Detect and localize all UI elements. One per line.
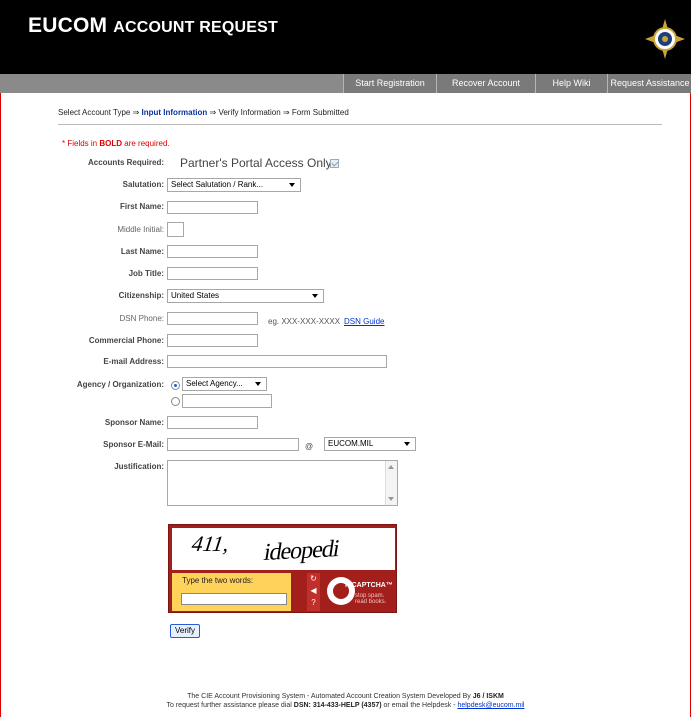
scroll-up-icon: [388, 465, 394, 469]
breadcrumb: Select Account Type ⇒ Input Information …: [58, 108, 349, 117]
salutation-select[interactable]: Select Salutation / Rank...: [167, 178, 301, 192]
sponsor-name-label: Sponsor Name:: [104, 418, 164, 427]
sponsor-email-label: Sponsor E-Mail:: [103, 440, 164, 449]
dsn-guide-link[interactable]: DSN Guide: [344, 317, 384, 326]
salutation-label: Salutation:: [122, 180, 164, 189]
agency-other-radio[interactable]: [171, 397, 180, 406]
nav-bar: Start Registration Recover Account Help …: [0, 74, 691, 93]
last-name-label: Last Name:: [120, 247, 164, 256]
nav-help-wiki[interactable]: Help Wiki: [535, 74, 607, 93]
first-name-input[interactable]: [167, 201, 258, 214]
footer-line-1: The CIE Account Provisioning System - Au…: [187, 693, 504, 700]
breadcrumb-arrow: ⇒: [132, 108, 140, 117]
sponsor-name-input[interactable]: [167, 416, 258, 429]
captcha-response-input[interactable]: [181, 593, 287, 605]
citizenship-label: Citizenship:: [118, 291, 164, 300]
verify-button[interactable]: Verify: [170, 624, 200, 638]
nav-start-registration[interactable]: Start Registration: [343, 74, 436, 93]
scroll-down-icon: [388, 497, 394, 501]
breadcrumb-step-2: Input Information: [141, 108, 208, 117]
email-input[interactable]: [167, 355, 387, 368]
accounts-required-label: Accounts Required:: [87, 158, 164, 167]
required-note: * Fields in BOLD are required.: [62, 139, 170, 148]
agency-select-radio[interactable]: [171, 381, 180, 390]
chevron-down-icon: [255, 382, 261, 386]
breadcrumb-step-4: Form Submitted: [291, 108, 349, 117]
eucom-seal-icon: [645, 19, 685, 59]
at-symbol: @: [305, 442, 314, 451]
justification-label: Justification:: [114, 462, 164, 471]
email-label: E-mail Address:: [103, 357, 164, 366]
audio-icon[interactable]: ◀: [307, 585, 320, 597]
breadcrumb-arrow: ⇒: [282, 108, 290, 117]
dsn-phone-input[interactable]: [167, 312, 258, 325]
agency-select[interactable]: Select Agency...: [182, 377, 267, 391]
middle-initial-input[interactable]: [167, 222, 184, 237]
captcha-image: 411, ideopedi: [172, 528, 395, 570]
nav-recover-account[interactable]: Recover Account: [436, 74, 535, 93]
captcha-word-1: 411,: [190, 531, 231, 556]
partner-portal-text: Partner's Portal Access Only:: [180, 156, 336, 170]
commercial-phone-label: Commercial Phone:: [88, 336, 164, 345]
sponsor-email-input[interactable]: [167, 438, 299, 451]
header-bar: EUCOM Account Request: [0, 0, 691, 74]
justification-scrollbar[interactable]: [385, 461, 397, 505]
captcha-controls: ↻ ◀ ?: [307, 573, 320, 611]
justification-textarea[interactable]: [167, 460, 398, 506]
sponsor-domain-select[interactable]: EUCOM.MIL: [324, 437, 416, 451]
divider: [58, 124, 662, 125]
nav-request-assistance[interactable]: Request Assistance: [607, 74, 691, 93]
chevron-down-icon: [312, 294, 318, 298]
helpdesk-email-link[interactable]: helpdesk@eucom.mil: [457, 702, 524, 709]
chevron-down-icon: [404, 442, 410, 446]
breadcrumb-arrow: ⇒: [209, 108, 217, 117]
agency-other-input[interactable]: [182, 394, 272, 408]
recaptcha-logo: reCAPTCHA™ stop spam. read books.: [321, 573, 395, 611]
first-name-label: First Name:: [119, 202, 164, 211]
recaptcha-logo-text: reCAPTCHA™: [345, 582, 393, 589]
recaptcha-slogan: stop spam. read books.: [355, 593, 387, 605]
captcha-type-box: Type the two words:: [172, 573, 291, 611]
title-suffix: Account Request: [113, 19, 278, 36]
recaptcha-widget: 411, ideopedi Type the two words: ↻ ◀ ? …: [168, 524, 397, 613]
job-title-input[interactable]: [167, 267, 258, 280]
agency-label: Agency / Organization:: [76, 380, 164, 389]
help-icon[interactable]: ?: [307, 597, 320, 609]
chevron-down-icon: [289, 183, 295, 187]
citizenship-select[interactable]: United States: [167, 289, 324, 303]
middle-initial-label: Middle Initial:: [117, 225, 164, 234]
breadcrumb-step-3: Verify Information: [218, 108, 281, 117]
last-name-input[interactable]: [167, 245, 258, 258]
captcha-type-label: Type the two words:: [182, 576, 254, 585]
job-title-label: Job Title:: [128, 269, 164, 278]
dsn-phone-hint: eg. XXX-XXX-XXXX: [268, 317, 341, 326]
partner-portal-checkbox[interactable]: [330, 159, 339, 168]
footer: The CIE Account Provisioning System - Au…: [0, 692, 691, 710]
refresh-icon[interactable]: ↻: [307, 573, 320, 585]
captcha-word-2: ideopedi: [262, 535, 341, 567]
dsn-phone-label: DSN Phone:: [119, 314, 164, 323]
page-title: EUCOM Account Request: [28, 14, 278, 37]
commercial-phone-input[interactable]: [167, 334, 258, 347]
breadcrumb-step-1: Select Account Type: [58, 108, 131, 117]
footer-line-2: To request further assistance please dia…: [166, 702, 525, 709]
